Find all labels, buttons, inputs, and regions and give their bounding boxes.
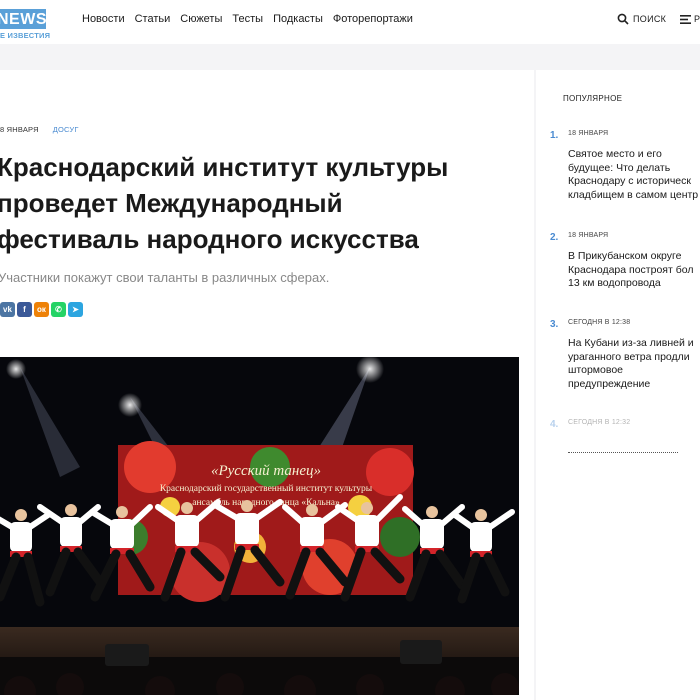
- article-title: Краснодарский институт культуры проведет…: [0, 149, 530, 257]
- article-main: 8 ЯНВАРЯ ДОСУГ Краснодарский институт ку…: [0, 70, 534, 700]
- facebook-icon[interactable]: f: [17, 302, 32, 317]
- article-title-line: проведет Международный: [0, 188, 343, 218]
- nav-item-articles[interactable]: Статьи: [135, 13, 171, 25]
- article-title-line: Краснодарский институт культуры: [0, 152, 449, 182]
- popular-item-number: 4.: [550, 419, 559, 430]
- loading-divider: [568, 452, 678, 453]
- nav-item-tests[interactable]: Тесты: [232, 13, 263, 25]
- popular-item-title[interactable]: В Прикубанском округе Краснодара построя…: [568, 250, 700, 291]
- article-lead: Участники покажут свои таланты в различн…: [0, 270, 330, 285]
- menu-label: Р: [694, 14, 700, 24]
- article-category[interactable]: ДОСУГ: [53, 125, 79, 134]
- site-header: NEWS Е ИЗВЕСТИЯ Новости Статьи Сюжеты Те…: [0, 0, 700, 44]
- nav-item-news[interactable]: Новости: [82, 13, 125, 25]
- sidebar-popular: ПОПУЛЯРНОЕ 1. 18 ЯНВАРЯ Святое место и е…: [536, 70, 700, 700]
- banner-title: «Русский танец»: [211, 463, 321, 479]
- main-nav: Новости Статьи Сюжеты Тесты Подкасты Фот…: [82, 13, 413, 25]
- article-meta: 8 ЯНВАРЯ ДОСУГ: [0, 125, 79, 134]
- whatsapp-icon[interactable]: ✆: [51, 302, 66, 317]
- popular-item-date: СЕГОДНЯ В 12:38: [568, 319, 631, 326]
- logo-news-text: NEWS: [0, 9, 47, 29]
- popular-item-date: 18 ЯНВАРЯ: [568, 130, 609, 137]
- odnoklassniki-icon[interactable]: ок: [34, 302, 49, 317]
- popular-item-number: 3.: [550, 319, 559, 330]
- article-date: 8 ЯНВАРЯ: [0, 125, 39, 134]
- search-label: ПОИСК: [633, 14, 667, 24]
- popular-item-number: 1.: [550, 130, 559, 141]
- article-title-line: фестиваль народного искусства: [0, 224, 419, 254]
- menu-icon: [680, 14, 691, 24]
- popular-heading: ПОПУЛЯРНОЕ: [563, 94, 623, 103]
- share-buttons: vk f ок ✆ ➤: [0, 302, 83, 317]
- site-logo[interactable]: NEWS Е ИЗВЕСТИЯ: [0, 9, 50, 40]
- popular-item-number: 2.: [550, 232, 559, 243]
- search-icon: [617, 13, 629, 25]
- telegram-icon[interactable]: ➤: [68, 302, 83, 317]
- menu-button[interactable]: Р: [680, 14, 700, 24]
- search-button[interactable]: ПОИСК: [617, 13, 666, 25]
- nav-item-photoreports[interactable]: Фоторепортажи: [333, 13, 413, 25]
- popular-item-date: СЕГОДНЯ В 12:32: [568, 419, 631, 426]
- nav-item-podcasts[interactable]: Подкасты: [273, 13, 323, 25]
- popular-item-date: 18 ЯНВАРЯ: [568, 232, 609, 239]
- popular-item-title[interactable]: На Кубани из-за ливней и ураганного ветр…: [568, 337, 700, 391]
- logo-subtitle: Е ИЗВЕСТИЯ: [0, 31, 51, 40]
- popular-item-title[interactable]: Святое место и его будущее: Что делать К…: [568, 148, 700, 202]
- article-photo[interactable]: «Русский танец» Краснодарский государств…: [0, 357, 519, 695]
- banner-institute: Краснодарский государственный институт к…: [160, 483, 373, 494]
- vk-icon[interactable]: vk: [0, 302, 15, 317]
- nav-item-stories[interactable]: Сюжеты: [180, 13, 222, 25]
- dance-stage-image: «Русский танец» Краснодарский государств…: [0, 357, 519, 695]
